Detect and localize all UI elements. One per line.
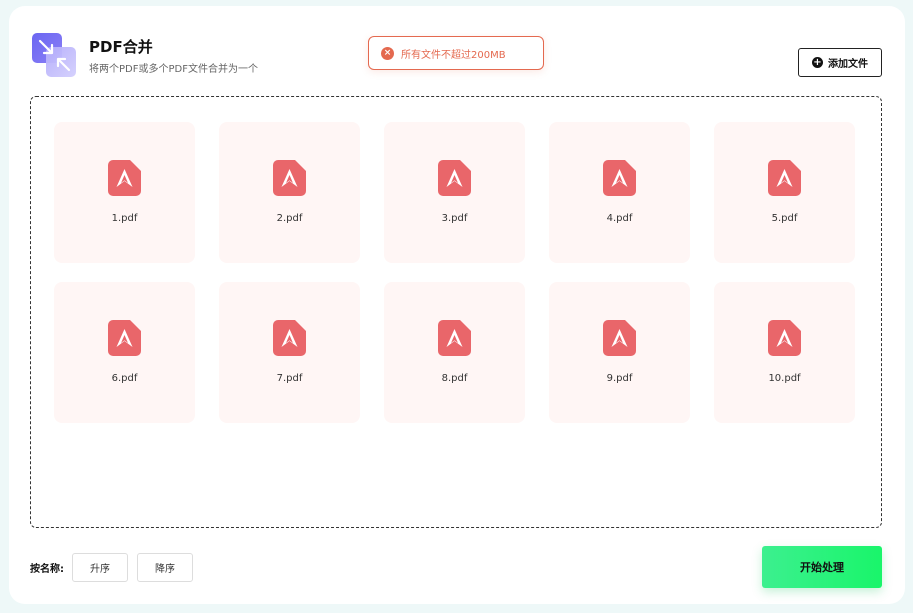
pdf-file-icon [603, 320, 636, 356]
merge-arrows-icon [32, 33, 76, 77]
file-tile[interactable]: 10.pdf [714, 282, 855, 423]
file-tile[interactable]: 1.pdf [54, 122, 195, 263]
file-name: 3.pdf [441, 213, 468, 224]
toast-message: 所有文件不超过200MB [401, 49, 506, 61]
file-tile[interactable]: 5.pdf [714, 122, 855, 263]
file-tile[interactable]: 9.pdf [549, 282, 690, 423]
pdf-file-icon [438, 160, 471, 196]
file-tile[interactable]: 4.pdf [549, 122, 690, 263]
sort-ascending-button[interactable]: 升序 [72, 553, 128, 582]
add-file-button[interactable]: + 添加文件 [798, 48, 882, 77]
file-tile[interactable]: 3.pdf [384, 122, 525, 263]
page-subtitle: 将两个PDF或多个PDF文件合并为一个 [89, 64, 258, 75]
pdf-file-icon [603, 160, 636, 196]
main-card: PDF合并 将两个PDF或多个PDF文件合并为一个 × 所有文件不超过200MB… [9, 6, 905, 604]
file-name: 4.pdf [606, 213, 633, 224]
sort-label: 按名称: [30, 564, 64, 575]
page-title: PDF合并 [89, 38, 153, 56]
file-tile[interactable]: 2.pdf [219, 122, 360, 263]
file-name: 9.pdf [606, 373, 633, 384]
file-name: 6.pdf [111, 373, 138, 384]
file-name: 5.pdf [771, 213, 798, 224]
file-tile[interactable]: 6.pdf [54, 282, 195, 423]
file-name: 1.pdf [111, 213, 138, 224]
file-tile[interactable]: 8.pdf [384, 282, 525, 423]
pdf-file-icon [273, 320, 306, 356]
file-name: 2.pdf [276, 213, 303, 224]
plus-circle-icon: + [812, 57, 823, 68]
pdf-file-icon [108, 160, 141, 196]
pdf-file-icon [273, 160, 306, 196]
pdf-file-icon [768, 320, 801, 356]
pdf-file-icon [108, 320, 141, 356]
error-toast: × 所有文件不超过200MB [368, 36, 544, 70]
file-tile[interactable]: 7.pdf [219, 282, 360, 423]
file-name: 10.pdf [768, 373, 801, 384]
file-name: 8.pdf [441, 373, 468, 384]
add-file-label: 添加文件 [828, 59, 868, 70]
file-dropzone[interactable]: 1.pdf 2.pdf 3.pdf 4.pdf 5.pdf 6.pdf 7.pdf 8.pdf… [30, 96, 882, 528]
pdf-file-icon [438, 320, 471, 356]
file-name: 7.pdf [276, 373, 303, 384]
start-processing-button[interactable]: 开始处理 [762, 546, 882, 588]
pdf-file-icon [768, 160, 801, 196]
sort-descending-button[interactable]: 降序 [137, 553, 193, 582]
error-circle-icon: × [381, 46, 394, 60]
